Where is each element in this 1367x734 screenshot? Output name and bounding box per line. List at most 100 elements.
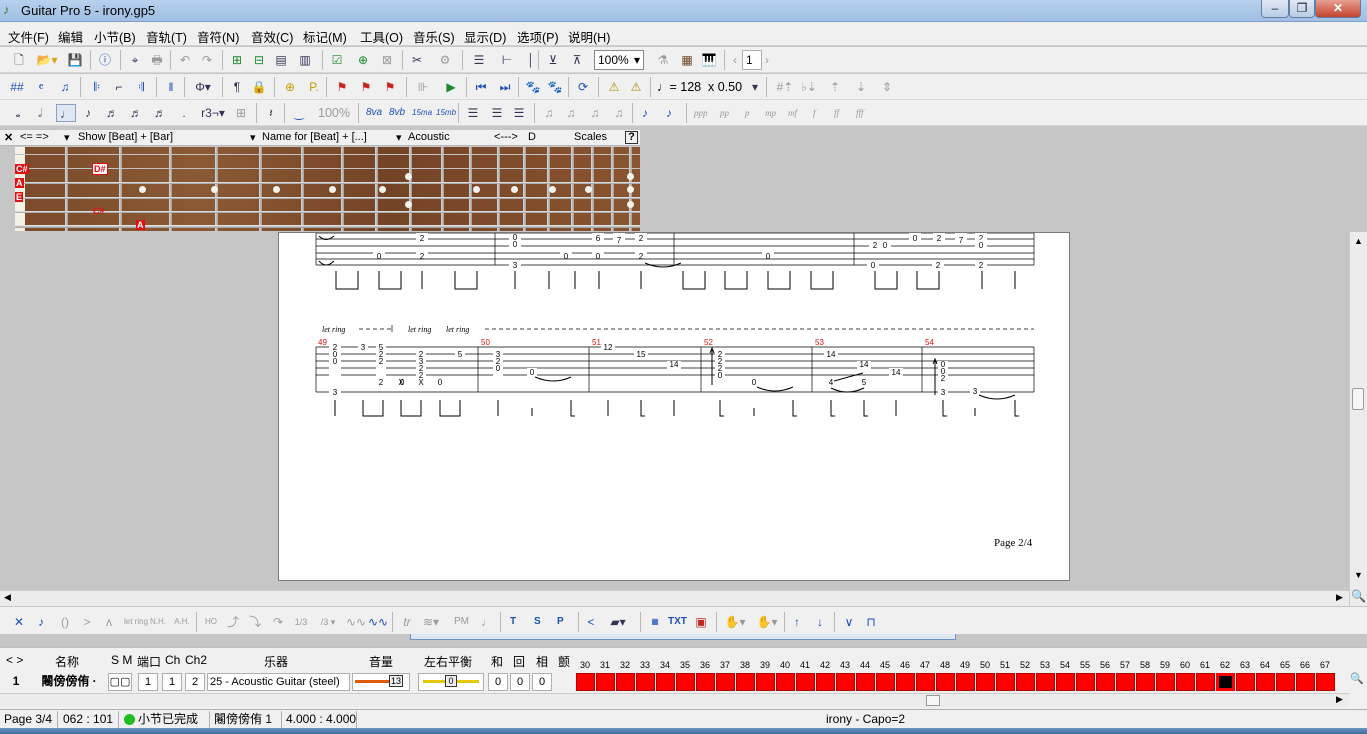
- tremolo-picking-icon[interactable]: 1/3: [292, 613, 310, 631]
- solo-mute-checkboxes[interactable]: ▢▢: [108, 673, 132, 691]
- measure-cell[interactable]: [756, 673, 775, 691]
- menu-view[interactable]: 显示(D): [464, 27, 506, 46]
- lock-icon[interactable]: 🔒: [250, 78, 268, 96]
- properties-icon[interactable]: ⓘ: [96, 51, 114, 69]
- slide-icon[interactable]: ↷: [270, 613, 286, 631]
- align-right-icon[interactable]: ☰: [510, 104, 528, 122]
- fit-width-icon[interactable]: ⊻: [544, 51, 562, 69]
- paragraph-icon[interactable]: ¶: [228, 78, 246, 96]
- bend-icon[interactable]: ⤴: [226, 613, 240, 631]
- track-chorus[interactable]: 0: [488, 673, 508, 691]
- page-next-icon[interactable]: ›: [762, 51, 772, 69]
- measure-cell[interactable]: [956, 673, 975, 691]
- chord-diagram-icon[interactable]: ▦: [646, 613, 664, 631]
- text-icon[interactable]: TXT: [668, 613, 687, 631]
- measure-cell[interactable]: [1076, 673, 1095, 691]
- fretboard[interactable]: C# A E D# C# A: [15, 147, 640, 231]
- check-bar-icon[interactable]: ☑: [328, 51, 346, 69]
- pick-up-select-icon[interactable]: ✋▾: [722, 613, 748, 631]
- zoom-search-icon[interactable]: 🔍: [1350, 672, 1364, 685]
- remove-track-icon[interactable]: ⊟: [250, 51, 268, 69]
- chord-up-icon[interactable]: ⇕: [876, 78, 898, 96]
- menu-edit[interactable]: 编辑: [58, 27, 83, 46]
- measure-cell[interactable]: [836, 673, 855, 691]
- dotted-note-icon[interactable]: .: [176, 104, 192, 122]
- quarter-note-icon[interactable]: ♩: [56, 104, 76, 122]
- trill-select-icon[interactable]: /3 ▾: [316, 613, 340, 631]
- dynamic-pp[interactable]: pp: [720, 104, 729, 122]
- dynamic-p[interactable]: p: [745, 104, 750, 122]
- beam-break-icon[interactable]: ♫: [562, 104, 580, 122]
- menu-music[interactable]: 音乐(S): [413, 27, 455, 46]
- zoom-select[interactable]: 100% ▾: [594, 50, 644, 70]
- measure-cell[interactable]: [656, 673, 675, 691]
- hammer-on-icon[interactable]: HO: [202, 613, 220, 631]
- string-down-icon[interactable]: ⇣: [850, 78, 872, 96]
- tap-icon[interactable]: T: [510, 613, 516, 631]
- measure-cell[interactable]: [1016, 673, 1035, 691]
- accent-icon[interactable]: >: [80, 613, 94, 631]
- upstroke-icon[interactable]: ⊓: [864, 613, 878, 631]
- repeat-close-icon[interactable]: 𝄇: [132, 78, 150, 96]
- measure-cell[interactable]: [1056, 673, 1075, 691]
- close-button[interactable]: ✕: [1315, 0, 1361, 18]
- eighth-note-icon[interactable]: ♪: [80, 104, 96, 122]
- mixer-icon[interactable]: ▣: [692, 613, 710, 631]
- menu-options[interactable]: 选项(P): [517, 27, 559, 46]
- name-select[interactable]: Name for [Beat] + [...]: [262, 131, 367, 143]
- measure-cell[interactable]: [1156, 673, 1175, 691]
- measure-cell[interactable]: [1236, 673, 1255, 691]
- tie-icon[interactable]: ‿: [290, 104, 308, 122]
- dynamic-ff[interactable]: ff: [834, 104, 839, 122]
- dynamic-ppp[interactable]: ppp: [694, 104, 708, 122]
- arrow-up-icon[interactable]: ↑: [790, 613, 804, 631]
- vertical-scrollbar[interactable]: ▲ ▼ 🔍: [1349, 232, 1367, 606]
- track-instrument[interactable]: 25 - Acoustic Guitar (steel): [207, 673, 350, 691]
- rest-icon[interactable]: 𝄽: [264, 104, 278, 122]
- half-note-icon[interactable]: 𝅗𝅥: [32, 104, 48, 122]
- go-start-icon[interactable]: ⏮: [472, 78, 490, 96]
- menu-markers[interactable]: 标记(M): [303, 27, 347, 46]
- help-icon[interactable]: ?: [625, 131, 638, 144]
- measure-cell[interactable]: [736, 673, 755, 691]
- measure-cell[interactable]: [616, 673, 635, 691]
- tuplet-select-icon[interactable]: r3¬▾: [198, 104, 228, 122]
- ottava-15mb[interactable]: 15mb: [436, 104, 456, 122]
- measure-cell[interactable]: [976, 673, 995, 691]
- menu-help[interactable]: 说明(H): [568, 27, 610, 46]
- redo-icon[interactable]: ↷: [198, 51, 216, 69]
- tremolo-bar-icon[interactable]: ≋▾: [422, 613, 440, 631]
- auto-stem-icon[interactable]: ♪: [660, 104, 678, 122]
- dynamic-mf[interactable]: mf: [788, 104, 797, 122]
- scroll-up-icon[interactable]: ▲: [1354, 236, 1363, 246]
- page-prev-icon[interactable]: ‹: [730, 51, 740, 69]
- show-select[interactable]: Show [Beat] + [Bar]: [78, 131, 173, 143]
- measure-cell[interactable]: [1136, 673, 1155, 691]
- transpose-down-icon[interactable]: ♭⇣: [798, 78, 820, 96]
- measure-cell[interactable]: [596, 673, 615, 691]
- settings-icon[interactable]: ⚙: [436, 51, 454, 69]
- keyboard-icon[interactable]: 🎹: [700, 51, 718, 69]
- chevron-down-icon[interactable]: ▾: [64, 131, 70, 144]
- marker-add-icon[interactable]: ⊕: [280, 78, 300, 96]
- guitar-fretboard-icon[interactable]: ▦: [678, 51, 696, 69]
- tie-rest-icon[interactable]: ⊞: [232, 104, 250, 122]
- menu-track[interactable]: 音轨(T): [146, 27, 187, 46]
- play-icon[interactable]: ▶: [442, 78, 460, 96]
- beam-join-icon[interactable]: ♫: [586, 104, 604, 122]
- count-in-icon[interactable]: ⊪: [414, 78, 432, 96]
- fit-page-icon[interactable]: ⊼: [568, 51, 586, 69]
- measure-cell[interactable]: [996, 673, 1015, 691]
- track-properties-icon[interactable]: ▤: [272, 51, 290, 69]
- page-number-field[interactable]: 1: [742, 50, 762, 70]
- add-track-icon[interactable]: ⊞: [228, 51, 246, 69]
- measure-cell[interactable]: [1036, 673, 1055, 691]
- scroll-thumb[interactable]: [926, 695, 940, 706]
- open-file-icon[interactable]: 📂▾: [34, 51, 60, 69]
- count-down-icon[interactable]: 🐾: [546, 78, 564, 96]
- thirty-second-note-icon[interactable]: ♬: [128, 104, 144, 122]
- time-signature-icon[interactable]: 𝄴: [32, 78, 50, 96]
- measure-cell[interactable]: [1296, 673, 1315, 691]
- stem-icon[interactable]: ♫: [610, 104, 628, 122]
- scroll-right-icon[interactable]: ▶: [1336, 694, 1343, 705]
